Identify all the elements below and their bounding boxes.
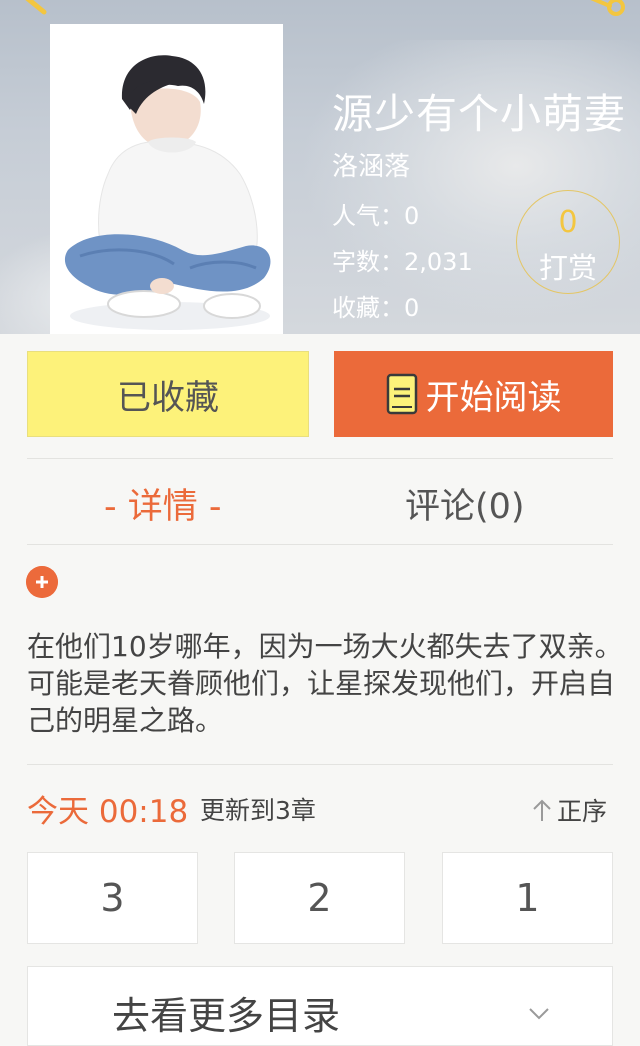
word-count-value: 2,031 [404, 248, 473, 276]
update-status: 更新到3章 [200, 796, 316, 825]
favorite-button-label: 已收藏 [117, 377, 219, 418]
book-author[interactable]: 洛涵落 [332, 146, 410, 183]
book-cover-image[interactable] [50, 24, 283, 334]
sort-order-toggle[interactable]: 正序 [531, 792, 607, 828]
divider [27, 458, 613, 459]
book-title: 源少有个小萌妻 [332, 90, 626, 138]
tip-count: 0 [558, 205, 578, 240]
favorites-label: 收藏： [332, 294, 404, 322]
word-count-label: 字数： [332, 248, 404, 276]
tab-details[interactable]: - 详情 - [104, 478, 222, 529]
favorites-stat: 收藏：0 [332, 288, 419, 323]
more-catalog-button[interactable]: 去看更多目录 [27, 966, 613, 1046]
divider [27, 764, 613, 765]
book-icon [386, 373, 417, 415]
sort-order-label: 正序 [557, 797, 608, 826]
book-header: 源少有个小萌妻 洛涵落 人气：0 字数：2,031 收藏：0 0 打赏 [0, 0, 640, 334]
back-arrow-icon[interactable] [14, 0, 54, 20]
chevron-down-icon [529, 1008, 549, 1020]
chapter-item[interactable]: 1 [442, 852, 613, 944]
start-reading-label: 开始阅读 [425, 377, 562, 418]
popularity-label: 人气： [332, 202, 404, 230]
more-catalog-label: 去看更多目录 [112, 994, 341, 1038]
plus-icon[interactable] [26, 566, 58, 598]
popularity-stat: 人气：0 [332, 196, 419, 231]
divider [27, 544, 613, 545]
favorites-value: 0 [404, 294, 420, 322]
book-synopsis: 在他们10岁哪年，因为一场大火都失去了双亲。可能是老天眷顾他们，让星探发现他们，… [27, 630, 623, 737]
chapter-item[interactable]: 2 [234, 852, 405, 944]
start-reading-button[interactable]: 开始阅读 [334, 351, 613, 437]
tip-label: 打赏 [538, 251, 597, 285]
update-time: 今天 00:18 [27, 794, 189, 830]
word-count-stat: 字数：2,031 [332, 242, 473, 277]
popularity-value: 0 [404, 202, 420, 230]
share-icon[interactable] [580, 0, 630, 18]
chapter-item[interactable]: 3 [27, 852, 198, 944]
favorite-button[interactable]: 已收藏 [27, 351, 309, 437]
up-arrow-icon [533, 799, 551, 821]
tip-button[interactable]: 0 打赏 [516, 190, 620, 294]
tab-comments[interactable]: 评论(0) [405, 478, 525, 529]
